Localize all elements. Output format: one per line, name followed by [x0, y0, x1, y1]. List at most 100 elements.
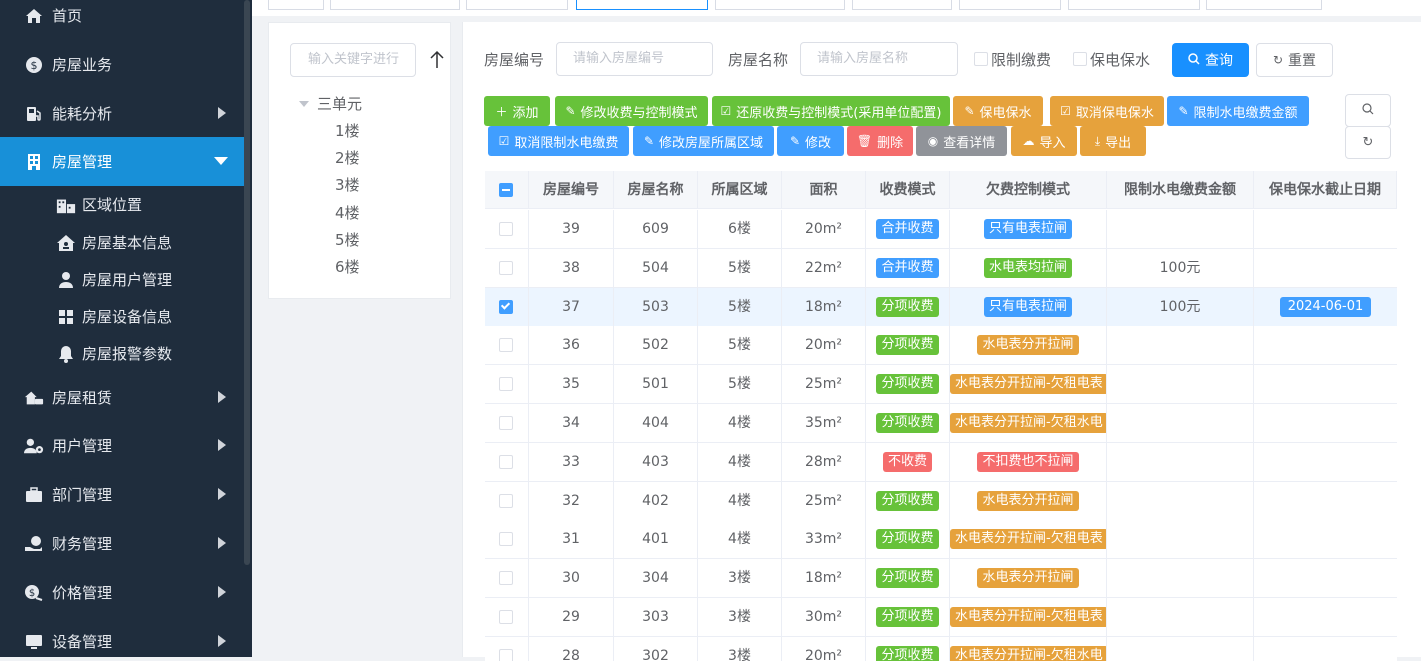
- submenu-house-user[interactable]: 房屋用户管理: [0, 261, 244, 298]
- fee-mode-tag: 不收费: [882, 451, 932, 472]
- menu-item-department[interactable]: 部门管理: [0, 470, 244, 519]
- table-row[interactable]: 334034楼28m²不收费. 不扣费也不拉闸: [485, 442, 1397, 482]
- col-header[interactable]: 限制水电缴费金额: [1107, 171, 1254, 209]
- protect-button[interactable]: ✎ 保电保水: [953, 96, 1043, 126]
- table-row[interactable]: 355015楼25m²分项收费.水电表分开拉闸-欠租电表: [485, 365, 1397, 405]
- row-checkbox[interactable]: [499, 648, 513, 661]
- submenu-house-info[interactable]: 房屋基本信息: [0, 224, 244, 261]
- row-checkbox[interactable]: [499, 493, 513, 508]
- tab[interactable]: [1206, 0, 1322, 10]
- search-icon: [1362, 102, 1374, 119]
- tree-node[interactable]: 5楼: [335, 229, 360, 250]
- col-header[interactable]: 保电保水截止日期: [1254, 171, 1397, 209]
- table-row[interactable]: 303043楼18m²分项收费. 水电表分开拉闸: [485, 559, 1397, 599]
- submenu-house-alarm[interactable]: 房屋报警参数: [0, 335, 244, 372]
- tab[interactable]: [466, 0, 568, 10]
- edit-icon: ✎: [789, 134, 801, 148]
- menu-item-house-management[interactable]: 房屋管理: [0, 137, 244, 186]
- export-button[interactable]: ⤓ 导出: [1080, 126, 1146, 156]
- menu-item-user-management[interactable]: 用户管理: [0, 421, 244, 470]
- cell-house-no: 29: [529, 598, 614, 636]
- cancel-limit-button[interactable]: ☑ 取消限制水电缴费: [488, 126, 629, 156]
- row-checkbox[interactable]: [499, 416, 513, 430]
- detail-button[interactable]: ◉ 查看详情: [916, 126, 1007, 156]
- edit-button[interactable]: ✎ 修改: [777, 126, 844, 156]
- refresh-icon: ↻: [1272, 53, 1284, 67]
- cell-size: 28m²: [782, 442, 866, 481]
- submenu-house-device[interactable]: 房屋设备信息: [0, 298, 244, 335]
- col-header[interactable]: 面积: [782, 171, 866, 209]
- tab[interactable]: [268, 0, 324, 10]
- table-row[interactable]: 385045楼22m²合并收费. 水电表均拉闸 100元: [485, 248, 1397, 288]
- house-info-icon: [56, 233, 76, 253]
- tab[interactable]: [715, 0, 845, 10]
- tree-node[interactable]: 1楼: [335, 120, 360, 141]
- query-button[interactable]: 查询: [1172, 43, 1249, 77]
- tree-search-input[interactable]: 输入关键字进行: [290, 43, 416, 77]
- row-checkbox[interactable]: [499, 377, 513, 392]
- house-no-input[interactable]: 请输入房屋编号: [556, 42, 713, 76]
- row-checkbox[interactable]: [499, 222, 513, 236]
- select-all-checkbox[interactable]: [499, 183, 513, 197]
- delete-button[interactable]: 🗑 删除: [847, 126, 913, 156]
- menu-item-home[interactable]: 首页: [0, 0, 244, 40]
- tab[interactable]: [959, 0, 1061, 10]
- control-mode-tag: 水电表分开拉闸-欠租水电: [950, 645, 1106, 661]
- table-row[interactable]: 396096楼20m²合并收费. 只有电表拉闸: [485, 210, 1397, 249]
- menu-item-energy[interactable]: 能耗分析: [0, 89, 244, 138]
- tab[interactable]: [1068, 0, 1200, 10]
- row-checkbox[interactable]: [499, 260, 513, 275]
- table-row[interactable]: 293033楼30m²分项收费.水电表分开拉闸-欠租电表: [485, 598, 1397, 637]
- buildings-icon: [56, 195, 76, 215]
- tree-node-root[interactable]: 三单元: [299, 93, 362, 114]
- menu-item-device[interactable]: 设备管理: [0, 617, 244, 657]
- tree-node[interactable]: 2楼: [335, 147, 360, 168]
- fee-mode-tag: 分项收费: [876, 645, 939, 661]
- fee-mode-tag: 分项收费: [876, 413, 939, 433]
- tree-node[interactable]: 3楼: [335, 174, 360, 195]
- col-header[interactable]: 房屋名称: [614, 171, 698, 209]
- table-row[interactable]: 324024楼25m²分项收费. 水电表分开拉闸: [485, 481, 1397, 521]
- col-header[interactable]: 收费模式: [866, 171, 950, 209]
- house-name-input[interactable]: 请输入房屋名称: [800, 42, 958, 76]
- modify-area-button[interactable]: ✎ 修改房屋所属区域: [633, 126, 774, 156]
- table-row[interactable]: 365025楼20m²分项收费. 水电表分开拉闸: [485, 326, 1397, 366]
- row-checkbox[interactable]: [499, 299, 513, 314]
- menu-item-price[interactable]: $ 价格管理: [0, 568, 244, 617]
- reset-button[interactable]: ↻ 重置: [1256, 43, 1333, 77]
- menu-item-house-business[interactable]: $ 房屋业务: [0, 40, 244, 89]
- table-row[interactable]: 344044楼35m²分项收费.水电表分开拉闸-欠租水电: [485, 404, 1397, 443]
- cancel-protect-button[interactable]: ☑ 取消保电保水: [1050, 96, 1164, 126]
- protect-checkbox[interactable]: [1073, 52, 1087, 66]
- table-row[interactable]: 314014楼33m²分项收费.水电表分开拉闸-欠租电表: [485, 520, 1397, 560]
- cell-control-mode: 水电表分开拉闸-欠租电表: [950, 598, 1107, 636]
- modify-mode-button[interactable]: ✎ 修改收费与控制模式: [555, 96, 708, 126]
- row-checkbox[interactable]: [499, 610, 513, 624]
- menu-item-house-rental[interactable]: 房屋租赁: [0, 373, 244, 422]
- col-header[interactable]: 房屋编号: [529, 171, 614, 209]
- table-row[interactable]: 283023楼20m²分项收费.水电表分开拉闸-欠租水电: [485, 636, 1397, 661]
- submenu-area-location[interactable]: 区域位置: [0, 186, 244, 223]
- restore-mode-button[interactable]: ☑ 还原收费与控制模式(采用单位配置): [712, 96, 950, 126]
- refresh-button[interactable]: ↻: [1345, 126, 1391, 159]
- row-checkbox[interactable]: [499, 338, 513, 353]
- row-checkbox[interactable]: [499, 532, 513, 547]
- col-header[interactable]: 欠费控制模式: [950, 171, 1107, 209]
- sidebar-scrollbar[interactable]: [244, 0, 250, 565]
- table-row[interactable]: 375035楼18m²分项收费. 只有电表拉闸 100元 2024-06-01: [485, 287, 1397, 327]
- arrow-up-icon[interactable]: [429, 50, 445, 70]
- tab[interactable]: [330, 0, 460, 10]
- col-header[interactable]: 所属区域: [698, 171, 782, 209]
- toggle-search-button[interactable]: [1345, 94, 1391, 127]
- menu-item-finance[interactable]: 财务管理: [0, 519, 244, 568]
- import-button[interactable]: ☁ 导入: [1011, 126, 1077, 156]
- limit-pay-checkbox[interactable]: [974, 52, 988, 66]
- tab[interactable]: [852, 0, 952, 10]
- row-checkbox[interactable]: [499, 454, 513, 469]
- add-button[interactable]: ＋添加: [484, 96, 550, 126]
- tree-node[interactable]: 4楼: [335, 202, 360, 223]
- tab-active[interactable]: [576, 0, 708, 10]
- tree-node[interactable]: 6楼: [335, 256, 360, 277]
- limit-amount-button[interactable]: ✎ 限制水电缴费金额: [1167, 96, 1309, 126]
- row-checkbox[interactable]: [499, 571, 513, 586]
